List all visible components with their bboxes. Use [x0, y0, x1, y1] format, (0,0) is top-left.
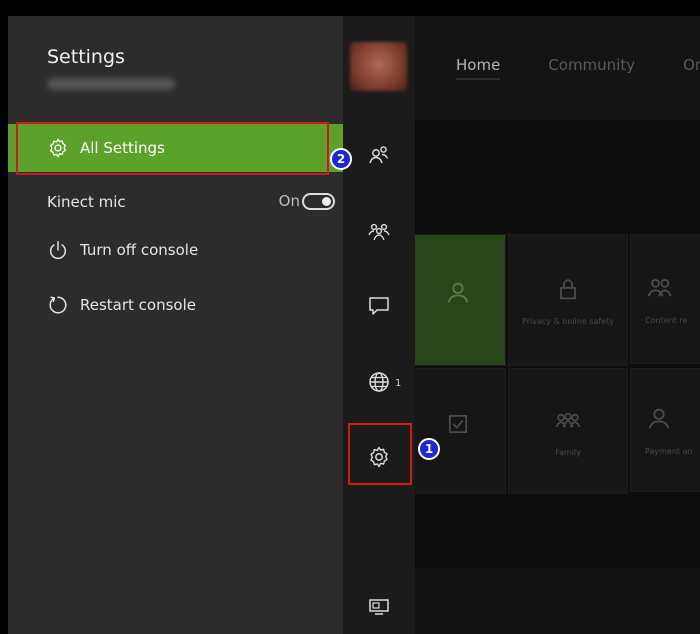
family-icon: [555, 412, 581, 427]
tile-label: Family: [555, 447, 581, 457]
kinect-mic-row[interactable]: Kinect mic On: [8, 178, 343, 226]
step-badge-1: 1: [418, 438, 440, 460]
turn-off-console-label: Turn off console: [80, 241, 199, 259]
restart-console-button[interactable]: Restart console: [8, 281, 343, 329]
person-icon: [447, 282, 469, 303]
tv-icon[interactable]: [367, 595, 391, 619]
globe-count-badge: 1: [395, 378, 402, 389]
gamertag-blurred: [47, 78, 175, 90]
tile-label: Payment an: [645, 446, 693, 456]
gear-icon: [50, 138, 66, 158]
tile-label: Content re: [645, 315, 688, 325]
xbox-ui-frame: Home Community Or Privacy & online safet…: [8, 16, 700, 634]
toggle-knob: [322, 197, 331, 206]
party-icon[interactable]: [367, 219, 391, 243]
gear-icon[interactable]: [367, 445, 391, 469]
guide-panel: Settings All Settings Kinect mic On Turn…: [8, 16, 343, 634]
tile-payment[interactable]: Payment an: [630, 368, 700, 492]
friends-icon[interactable]: [367, 143, 391, 167]
tab-home[interactable]: Home: [456, 56, 501, 80]
tile-account[interactable]: [410, 234, 506, 366]
tile-privacy[interactable]: Privacy & online safety: [508, 234, 628, 366]
step-badge-2: 2: [330, 148, 352, 170]
checkbox-icon: [448, 414, 468, 434]
tile-family[interactable]: Family: [508, 368, 628, 494]
power-icon: [49, 241, 67, 260]
globe-icon[interactable]: [367, 370, 391, 394]
avatar[interactable]: [350, 42, 407, 91]
guide-nav-strip: 1: [343, 16, 415, 634]
people-icon: [647, 278, 672, 296]
restart-icon: [49, 296, 67, 314]
tile-notifications[interactable]: [410, 368, 506, 494]
turn-off-console-button[interactable]: Turn off console: [8, 226, 343, 274]
chat-icon[interactable]: [367, 294, 391, 318]
lock-icon: [560, 278, 576, 299]
home-tabs: Home Community Or: [456, 56, 700, 80]
person-icon: [648, 408, 670, 429]
home-footer: [410, 568, 700, 634]
guide-title: Settings: [47, 46, 125, 68]
settings-tile-grid: Privacy & online safety Content re Famil…: [410, 234, 700, 494]
tab-community[interactable]: Community: [548, 56, 635, 80]
all-settings-label: All Settings: [80, 139, 165, 157]
all-settings-button[interactable]: All Settings: [8, 124, 343, 172]
kinect-mic-status: On: [278, 192, 300, 210]
restart-console-label: Restart console: [80, 296, 197, 314]
kinect-mic-toggle[interactable]: [302, 193, 335, 210]
kinect-mic-label: Kinect mic: [47, 193, 126, 211]
tile-content[interactable]: Content re: [630, 234, 700, 364]
tab-more[interactable]: Or: [683, 56, 700, 80]
tile-label: Privacy & online safety: [522, 316, 614, 326]
